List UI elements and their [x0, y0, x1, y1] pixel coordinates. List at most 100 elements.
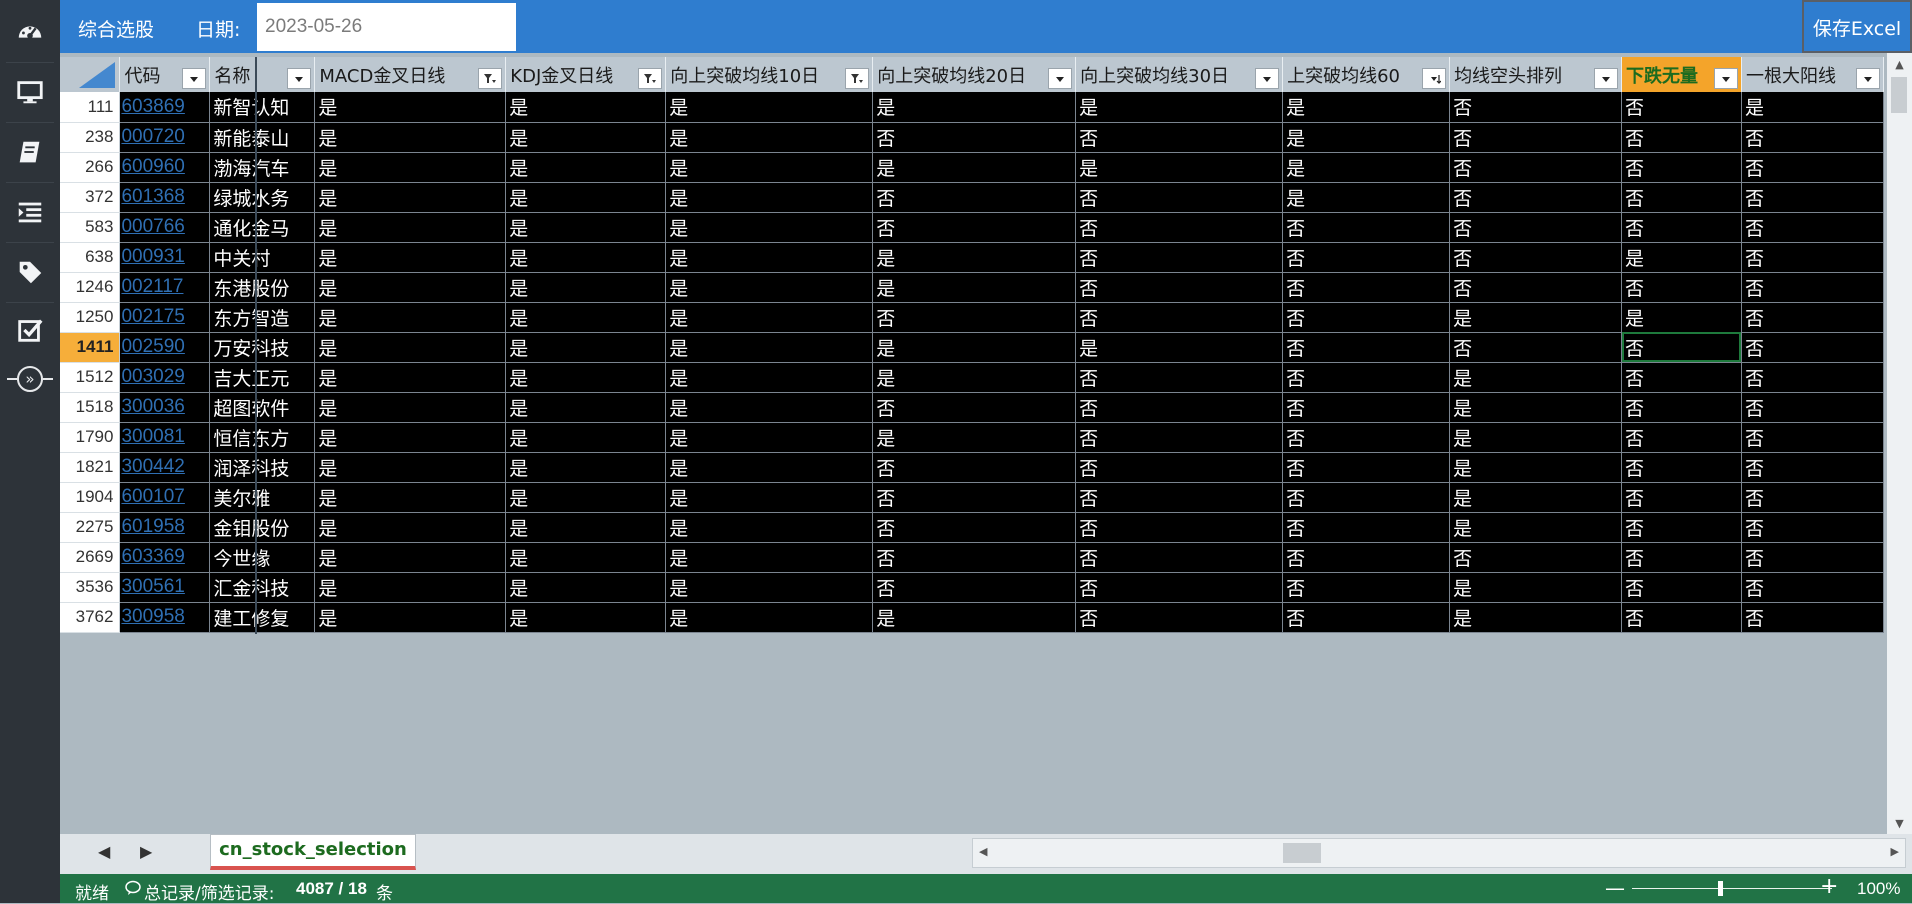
monitor-icon[interactable] — [0, 64, 60, 120]
signal-cell[interactable]: 是 — [1741, 92, 1884, 123]
signal-cell[interactable]: 否 — [1075, 422, 1284, 453]
table-row[interactable]: 2275 601958 金钼股份是是是否否否是否否 — [60, 512, 1884, 543]
signal-cell[interactable]: 否 — [872, 182, 1077, 213]
signal-cell[interactable]: 否 — [1621, 482, 1742, 513]
horizontal-scroll-thumb[interactable] — [1283, 843, 1321, 863]
row-number[interactable]: 372 — [60, 182, 121, 213]
signal-cell[interactable]: 是 — [1075, 332, 1284, 363]
signal-cell[interactable]: 是 — [314, 452, 507, 483]
signal-cell[interactable]: 是 — [314, 92, 507, 123]
row-number[interactable]: 111 — [60, 92, 121, 123]
signal-cell[interactable]: 否 — [1282, 542, 1451, 573]
signal-cell[interactable]: 是 — [1075, 92, 1284, 123]
stock-code-link[interactable]: 601958 — [119, 512, 211, 543]
column-header[interactable]: KDJ金叉日线 — [505, 57, 667, 92]
stock-name-cell[interactable]: 通化金马 — [209, 212, 316, 243]
signal-cell[interactable]: 是 — [665, 332, 874, 363]
signal-cell[interactable]: 是 — [505, 302, 667, 333]
signal-cell[interactable]: 否 — [1621, 452, 1742, 483]
signal-cell[interactable]: 否 — [872, 572, 1077, 603]
signal-cell[interactable]: 否 — [1449, 182, 1622, 213]
filter-dropdown-icon[interactable] — [182, 68, 207, 89]
signal-cell[interactable]: 否 — [1621, 542, 1742, 573]
table-row[interactable]: 1512 003029 吉大正元是是是是否否是否否 — [60, 362, 1884, 393]
sort-filter-icon[interactable] — [1422, 68, 1447, 89]
signal-cell[interactable]: 是 — [505, 332, 667, 363]
list-indent-icon[interactable] — [0, 184, 60, 240]
row-number[interactable]: 1518 — [60, 392, 121, 423]
signal-cell[interactable]: 是 — [505, 152, 667, 183]
signal-cell[interactable]: 是 — [665, 182, 874, 213]
vertical-scrollbar[interactable]: ▲ ▼ — [1887, 53, 1912, 834]
signal-cell[interactable]: 否 — [1621, 212, 1742, 243]
table-row[interactable]: 583 000766 通化金马是是是否否否否否否 — [60, 212, 1884, 243]
stock-code-link[interactable]: 000766 — [119, 212, 211, 243]
filter-dropdown-icon[interactable] — [1713, 68, 1738, 89]
signal-cell[interactable]: 否 — [1075, 602, 1284, 633]
column-header[interactable]: MACD金叉日线 — [314, 57, 507, 92]
signal-cell[interactable]: 否 — [1075, 512, 1284, 543]
zoom-slider-thumb[interactable] — [1718, 881, 1723, 896]
signal-cell[interactable]: 是 — [872, 602, 1077, 633]
signal-cell[interactable]: 否 — [1075, 122, 1284, 153]
signal-cell[interactable]: 是 — [872, 332, 1077, 363]
signal-cell[interactable]: 是 — [665, 122, 874, 153]
signal-cell[interactable]: 是 — [1449, 362, 1622, 393]
stock-name-cell[interactable]: 超图软件 — [209, 392, 316, 423]
signal-cell[interactable]: 是 — [314, 362, 507, 393]
signal-cell[interactable]: 否 — [872, 482, 1077, 513]
signal-cell[interactable]: 是 — [314, 392, 507, 423]
table-row[interactable]: 1904 600107 美尔雅是是是否否否是否否 — [60, 482, 1884, 513]
signal-cell[interactable]: 是 — [1449, 602, 1622, 633]
signal-cell[interactable]: 否 — [1741, 572, 1884, 603]
signal-cell[interactable]: 否 — [1621, 602, 1742, 633]
signal-cell[interactable]: 是 — [505, 392, 667, 423]
checkbox-icon[interactable] — [0, 302, 60, 358]
signal-cell[interactable]: 否 — [1075, 362, 1284, 393]
signal-cell[interactable]: 否 — [1741, 272, 1884, 303]
filter-active-icon[interactable] — [638, 68, 663, 89]
scroll-down-icon[interactable]: ▼ — [1887, 812, 1912, 834]
signal-cell[interactable]: 否 — [1741, 362, 1884, 393]
row-number[interactable]: 1246 — [60, 272, 121, 303]
zoom-out-button[interactable]: — — [1605, 876, 1625, 900]
signal-cell[interactable]: 否 — [872, 512, 1077, 543]
signal-cell[interactable]: 否 — [1075, 182, 1284, 213]
stock-code-link[interactable]: 300442 — [119, 452, 211, 483]
signal-cell[interactable]: 否 — [1282, 512, 1451, 543]
table-row[interactable]: 1246 002117 东港股份是是是是否否否否否 — [60, 272, 1884, 303]
signal-cell[interactable]: 否 — [1449, 542, 1622, 573]
stock-name-cell[interactable]: 美尔雅 — [209, 482, 316, 513]
signal-cell[interactable]: 否 — [1075, 242, 1284, 273]
signal-cell[interactable]: 否 — [1075, 542, 1284, 573]
filter-dropdown-icon[interactable] — [287, 68, 312, 89]
column-header[interactable]: 均线空头排列 — [1449, 57, 1622, 92]
signal-cell[interactable]: 否 — [1741, 542, 1884, 573]
signal-cell[interactable]: 否 — [1282, 452, 1451, 483]
stock-code-link[interactable]: 600960 — [119, 152, 211, 183]
signal-cell[interactable]: 是 — [665, 452, 874, 483]
table-row[interactable]: 3536 300561 汇金科技是是是否否否是否否 — [60, 572, 1884, 603]
signal-cell[interactable]: 否 — [1075, 452, 1284, 483]
stock-code-link[interactable]: 002117 — [119, 272, 211, 303]
signal-cell[interactable]: 是 — [1282, 152, 1451, 183]
sheet-prev-icon[interactable]: ◀ — [98, 842, 110, 861]
stock-code-link[interactable]: 000720 — [119, 122, 211, 153]
dashboard-icon[interactable] — [0, 4, 60, 60]
row-number[interactable]: 2669 — [60, 542, 121, 573]
signal-cell[interactable]: 否 — [1075, 212, 1284, 243]
signal-cell[interactable]: 是 — [314, 542, 507, 573]
stock-name-cell[interactable]: 绿城水务 — [209, 182, 316, 213]
filter-active-icon[interactable] — [478, 68, 503, 89]
horizontal-scrollbar[interactable]: ◀ ▶ — [972, 838, 1906, 868]
signal-cell[interactable]: 是 — [505, 542, 667, 573]
signal-cell[interactable]: 否 — [1741, 512, 1884, 543]
signal-cell[interactable]: 是 — [1075, 152, 1284, 183]
signal-cell[interactable]: 是 — [314, 182, 507, 213]
signal-cell[interactable]: 是 — [314, 212, 507, 243]
stock-name-cell[interactable]: 金钼股份 — [209, 512, 316, 543]
table-row[interactable]: 3762 300958 建工修复是是是是否否是否否 — [60, 602, 1884, 633]
stock-name-cell[interactable]: 渤海汽车 — [209, 152, 316, 183]
signal-cell[interactable]: 是 — [505, 122, 667, 153]
signal-cell[interactable]: 是 — [665, 602, 874, 633]
